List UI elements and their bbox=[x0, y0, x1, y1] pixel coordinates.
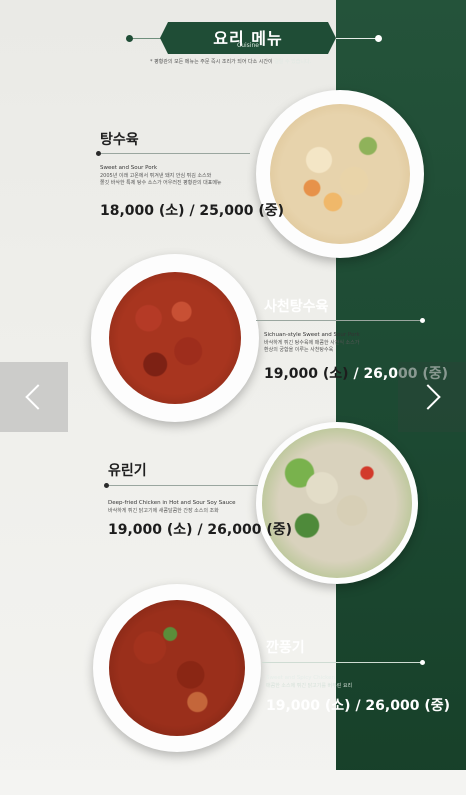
item-english-sichuan-part: Sichuan-style Sweet and Sour Pork bbox=[264, 332, 360, 338]
item-desc-kkanpunggi: 매콤한 소스에 튀긴 닭고기를 버무린 요리 bbox=[266, 683, 353, 689]
item-desc-line-1: 2005년 이래 고온에서 튀겨낸 돼지 안심 튀김 소스와 bbox=[100, 173, 212, 179]
cooking-notice-left: * 평황관의 모든 메뉴는 주문 즉시 조리가 되어 다소 시간이 bbox=[150, 59, 275, 65]
title-dot-right bbox=[375, 35, 382, 42]
item-price-sichuan-small: 19,000 (소) bbox=[264, 366, 349, 382]
item-name-tangsuyuk: 탕수육 bbox=[100, 132, 139, 148]
cooking-notice: * 평황관의 모든 메뉴는 주문 즉시 조리가 되어 다소 시간이 걸릴 수 있… bbox=[150, 58, 350, 65]
item-english-yuringi: Deep-fried Chicken in Hot and Sour Soy S… bbox=[108, 500, 236, 506]
item-divider-yuringi bbox=[108, 485, 258, 486]
item-name-sichuan-tangsuyuk: 사천탕수육 bbox=[264, 299, 329, 315]
item-english-tangsuyuk: Sweet and Sour Pork bbox=[100, 165, 158, 171]
item-price-yuringi: 19,000 (소) / 26,000 (중) bbox=[108, 522, 293, 538]
item-dot-kkanpunggi bbox=[420, 660, 425, 665]
chevron-right-icon bbox=[415, 384, 441, 410]
cooking-notice-right: 걸릴 수 있습니다. bbox=[274, 59, 312, 65]
plate-kkanpunggi bbox=[93, 584, 261, 752]
menu-page: 요리 메뉴 Cuisine * 평황관의 모든 메뉴는 주문 즉시 조리가 되어… bbox=[0, 0, 466, 795]
item-dot-tangsuyuk bbox=[96, 151, 101, 156]
item-dot-yuringi bbox=[104, 483, 109, 488]
chevron-left-icon bbox=[25, 384, 51, 410]
previous-button[interactable] bbox=[0, 362, 68, 432]
bottom-strip bbox=[0, 770, 466, 795]
item-desc-line-2: 환상의 궁합을 이루는 사천탕수육 bbox=[264, 347, 334, 353]
item-desc-line-2: 쫄깃 바삭한 특제 탕수 소스가 어우러진 평황관의 대표메뉴 bbox=[100, 180, 222, 186]
item-price-kkanpunggi: 19,000 (소) / 26,000 (중) bbox=[266, 698, 451, 714]
title-divider-right bbox=[336, 38, 376, 39]
item-desc-yuringi: 바삭하게 튀긴 닭고기에 새콤달콤한 간장 소스의 조화 bbox=[108, 508, 219, 514]
page-subtitle: Cuisine bbox=[237, 42, 259, 49]
item-desc-tangsuyuk: 2005년 이래 고온에서 튀겨낸 돼지 안심 튀김 소스와 쫄깃 바삭한 특제… bbox=[100, 173, 260, 187]
item-price-tangsuyuk: 18,000 (소) / 25,000 (중) bbox=[100, 203, 285, 219]
item-divider-sichuan-tangsuyuk bbox=[256, 320, 422, 321]
item-name-yuringi: 유린기 bbox=[108, 463, 147, 479]
food-image-tangsuyuk bbox=[270, 104, 410, 244]
food-image-yuringi bbox=[262, 428, 412, 578]
item-desc-line-1: 바삭하게 튀긴 탕수육에 매콤한 사천식 소스가 bbox=[264, 340, 360, 346]
item-divider-tangsuyuk bbox=[100, 153, 250, 154]
item-english-sichuan-tangsuyuk: Sichuan-style Sweet and Sour Pork bbox=[264, 332, 360, 338]
item-desc-sichuan-tangsuyuk: 바삭하게 튀긴 탕수육에 매콤한 사천식 소스가 환상의 궁합을 이루는 사천탕… bbox=[264, 340, 404, 354]
item-name-kkanpunggi: 깐풍기 bbox=[266, 640, 305, 656]
item-dot-sichuan-tangsuyuk bbox=[420, 318, 425, 323]
title-dot-left bbox=[126, 35, 133, 42]
next-button[interactable] bbox=[398, 362, 466, 432]
plate-sichuan-tangsuyuk bbox=[91, 254, 259, 422]
food-image-sichuan-tangsuyuk bbox=[109, 272, 241, 404]
item-english-kkanpunggi: Sweet and Spicy Chicken bbox=[266, 675, 336, 681]
item-divider-kkanpunggi bbox=[262, 662, 422, 663]
title-banner: 요리 메뉴 Cuisine bbox=[160, 22, 336, 54]
plate-tangsuyuk bbox=[256, 90, 424, 258]
food-image-kkanpunggi bbox=[109, 600, 245, 736]
plate-yuringi bbox=[256, 422, 418, 584]
